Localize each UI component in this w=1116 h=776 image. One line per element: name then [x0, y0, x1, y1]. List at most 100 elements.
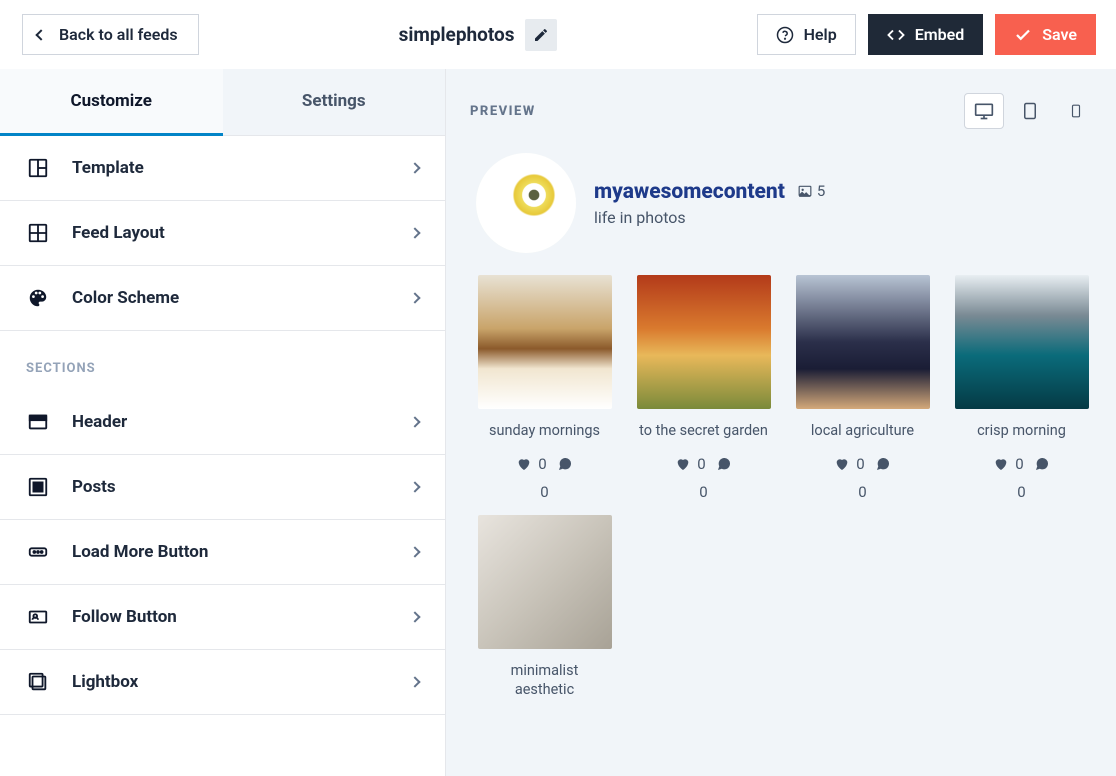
posts-grid: sunday mornings 0 0 to the secret garden…: [470, 275, 1096, 700]
comments-count: 0: [540, 483, 548, 501]
likes-count: 0: [856, 455, 864, 473]
post-caption: sunday mornings: [489, 421, 600, 441]
avatar: [476, 153, 576, 253]
post-caption: local agriculture: [811, 421, 914, 441]
save-label: Save: [1042, 25, 1077, 44]
chevron-right-icon: [409, 676, 420, 687]
posts-icon: [26, 475, 50, 499]
chevron-right-icon: [409, 292, 420, 303]
preview-panel: PREVIEW myawesomecontent 5 life in photo…: [446, 69, 1116, 776]
menu-color-scheme[interactable]: Color Scheme: [0, 266, 445, 331]
embed-button[interactable]: Embed: [868, 14, 984, 55]
preview-header: PREVIEW: [470, 93, 1096, 129]
post-card[interactable]: to the secret garden 0 0: [631, 275, 776, 501]
edit-title-button[interactable]: [525, 19, 557, 51]
chevron-right-icon: [409, 416, 420, 427]
post-card[interactable]: local agriculture 0 0: [790, 275, 935, 501]
section-load-more-label: Load More Button: [72, 542, 389, 562]
profile-info: myawesomecontent 5 life in photos: [594, 180, 825, 227]
post-card[interactable]: crisp morning 0 0: [949, 275, 1094, 501]
profile-name[interactable]: myawesomecontent: [594, 180, 785, 204]
device-desktop-button[interactable]: [964, 93, 1004, 129]
back-label: Back to all feeds: [59, 25, 178, 44]
section-follow[interactable]: Follow Button: [0, 585, 445, 650]
post-caption: to the secret garden: [639, 421, 768, 441]
post-stats: 0 0: [507, 455, 582, 501]
post-thumbnail: [796, 275, 930, 409]
title-area: simplephotos: [211, 19, 745, 51]
help-button[interactable]: Help: [757, 14, 856, 55]
tab-settings-label: Settings: [302, 91, 366, 111]
chevron-right-icon: [409, 546, 420, 557]
pencil-icon: [533, 27, 549, 43]
post-caption: crisp morning: [977, 421, 1066, 441]
post-card[interactable]: sunday mornings 0 0: [472, 275, 617, 501]
heart-icon: [993, 456, 1009, 472]
tablet-icon: [1021, 101, 1039, 121]
section-load-more[interactable]: Load More Button: [0, 520, 445, 585]
check-icon: [1014, 26, 1032, 44]
comments-count: 0: [1017, 483, 1025, 501]
comment-icon: [1034, 456, 1050, 472]
section-header[interactable]: Header: [0, 390, 445, 455]
profile-header: myawesomecontent 5 life in photos: [470, 153, 1096, 253]
code-icon: [887, 26, 905, 44]
device-tablet-button[interactable]: [1010, 93, 1050, 129]
section-header-label: Header: [72, 412, 389, 432]
comments-count: 0: [699, 483, 707, 501]
feed-title: simplephotos: [399, 23, 515, 46]
comments-count: 0: [858, 483, 866, 501]
section-lightbox-label: Lightbox: [72, 672, 389, 692]
sections-heading: SECTIONS: [0, 331, 445, 390]
chevron-left-icon: [35, 29, 46, 40]
device-mobile-button[interactable]: [1056, 93, 1096, 129]
post-caption: minimalist aesthetic: [480, 661, 610, 700]
comment-icon: [716, 456, 732, 472]
post-thumbnail: [955, 275, 1089, 409]
menu-template-label: Template: [72, 158, 389, 178]
chevron-right-icon: [409, 481, 420, 492]
likes-count: 0: [697, 455, 705, 473]
save-button[interactable]: Save: [995, 14, 1096, 55]
lightbox-icon: [26, 670, 50, 694]
post-count-value: 5: [817, 182, 825, 200]
post-stats: 0 0: [666, 455, 741, 501]
heart-icon: [516, 456, 532, 472]
chevron-right-icon: [409, 611, 420, 622]
post-card[interactable]: minimalist aesthetic: [472, 515, 617, 700]
device-toggle: [964, 93, 1096, 129]
comment-icon: [875, 456, 891, 472]
template-icon: [26, 156, 50, 180]
load-more-icon: [26, 540, 50, 564]
follow-icon: [26, 605, 50, 629]
top-bar: Back to all feeds simplephotos Help Embe…: [0, 0, 1116, 69]
tab-customize[interactable]: Customize: [0, 69, 223, 136]
tab-customize-label: Customize: [71, 91, 152, 111]
header-icon: [26, 410, 50, 434]
menu-feed-layout[interactable]: Feed Layout: [0, 201, 445, 266]
menu-feed-layout-label: Feed Layout: [72, 223, 389, 243]
post-count: 5: [797, 182, 825, 200]
post-thumbnail: [637, 275, 771, 409]
sidebar: Customize Settings Template Feed Layout …: [0, 69, 446, 776]
embed-label: Embed: [915, 25, 965, 44]
section-posts-label: Posts: [72, 477, 389, 497]
likes-count: 0: [538, 455, 546, 473]
section-follow-label: Follow Button: [72, 607, 389, 627]
post-stats: 0 0: [825, 455, 900, 501]
section-posts[interactable]: Posts: [0, 455, 445, 520]
main-area: Customize Settings Template Feed Layout …: [0, 69, 1116, 776]
sidebar-tabs: Customize Settings: [0, 69, 445, 136]
profile-description: life in photos: [594, 208, 825, 227]
menu-color-scheme-label: Color Scheme: [72, 288, 389, 308]
preview-label: PREVIEW: [470, 104, 536, 119]
section-lightbox[interactable]: Lightbox: [0, 650, 445, 715]
grid-icon: [26, 221, 50, 245]
desktop-icon: [974, 101, 994, 121]
tab-settings[interactable]: Settings: [223, 69, 446, 136]
help-label: Help: [804, 25, 837, 44]
menu-template[interactable]: Template: [0, 136, 445, 201]
back-button[interactable]: Back to all feeds: [22, 14, 199, 55]
heart-icon: [675, 456, 691, 472]
post-stats: 0 0: [984, 455, 1059, 501]
